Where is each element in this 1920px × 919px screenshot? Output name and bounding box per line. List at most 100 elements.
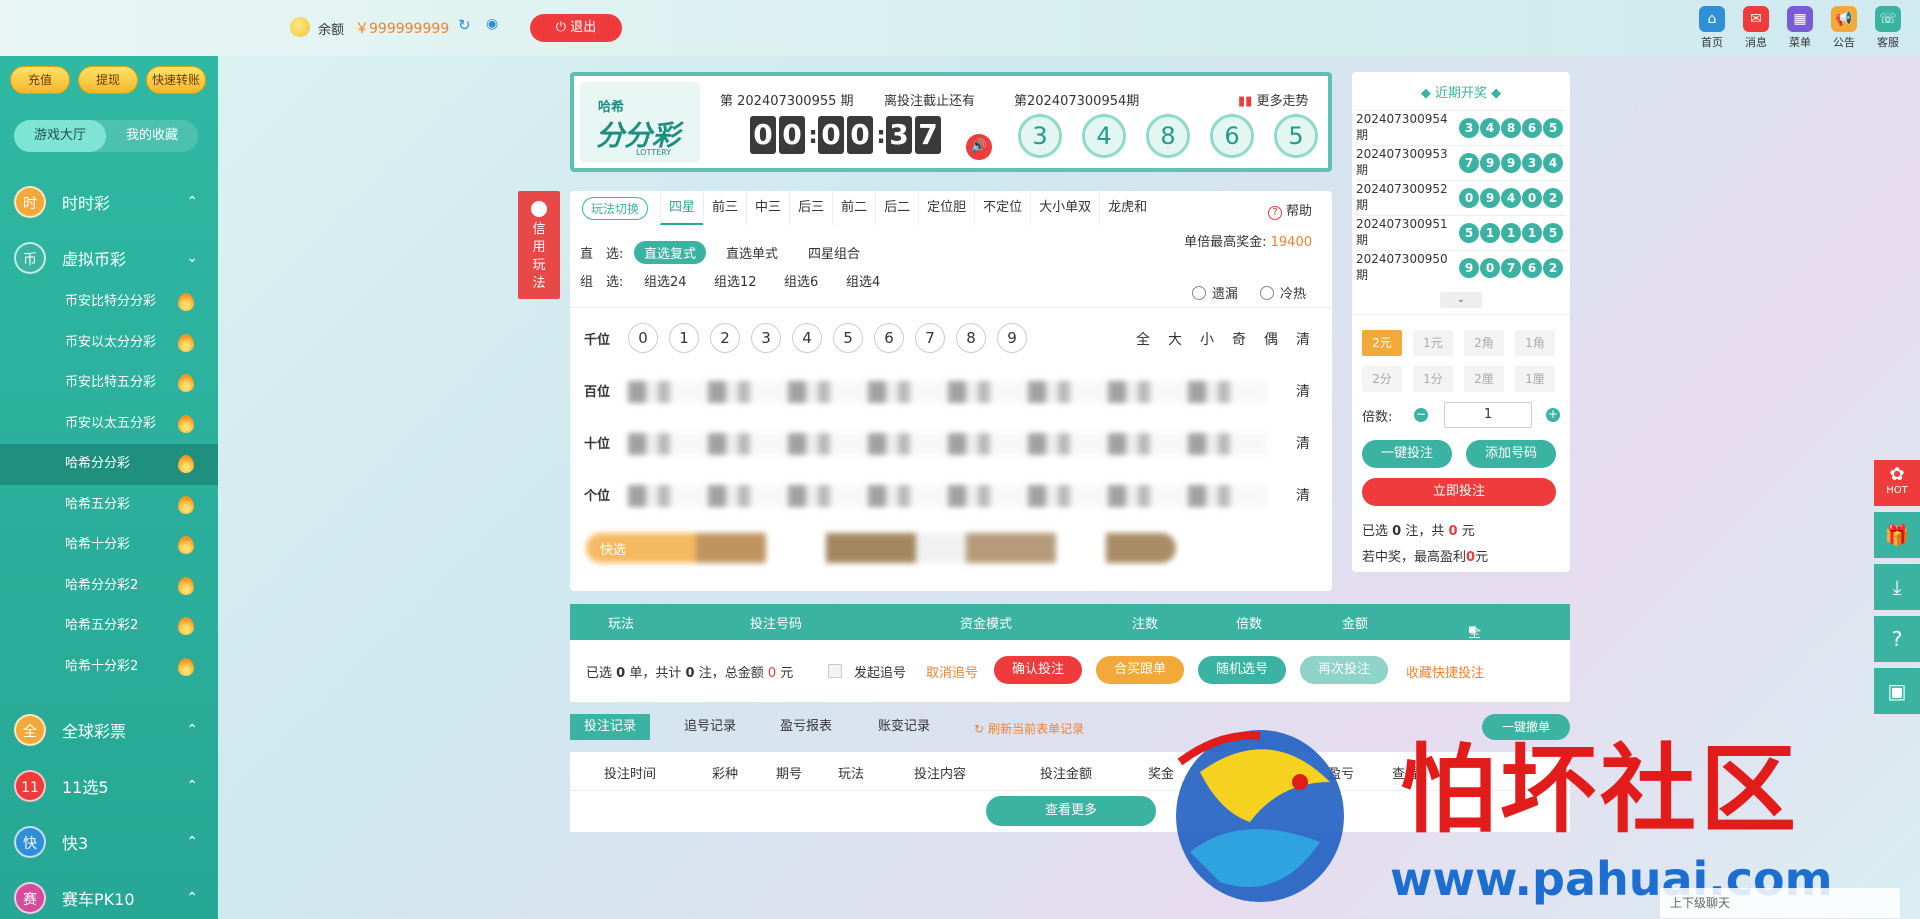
sidebar-sub-item[interactable]: 币安以太五分彩 <box>0 404 218 445</box>
sidebar-category[interactable]: 全全球彩票 ⌃ <box>0 704 218 756</box>
sidebar-category[interactable]: 赛赛车PK10 ⌃ <box>0 872 218 919</box>
top-nav-support[interactable]: ☏ 客服 <box>1872 6 1904 50</box>
one-click-bet-button[interactable]: 一键投注 <box>1362 440 1452 468</box>
digit-ball[interactable]: 6 <box>874 323 904 353</box>
top-nav-home[interactable]: ⌂ 首页 <box>1696 6 1728 50</box>
top-nav-mail[interactable]: ✉ 消息 <box>1740 6 1772 50</box>
play-tab[interactable]: 前三 <box>703 191 746 225</box>
sound-icon[interactable]: 🔊 <box>966 134 992 160</box>
unit-option[interactable]: 2元 <box>1362 330 1402 356</box>
radio-hot-cold[interactable]: 冷热 <box>1260 283 1306 302</box>
play-tab[interactable]: 大小单双 <box>1030 191 1099 225</box>
hot-promo-button[interactable]: ✿ HOT <box>1874 460 1920 506</box>
view-more-button[interactable]: 查看更多 <box>986 796 1156 826</box>
sidebar-sub-item[interactable]: 哈希分分彩 <box>0 444 218 485</box>
sidebar-sub-item[interactable]: 哈希十分彩2 <box>0 647 218 688</box>
option-group12[interactable]: 组选12 <box>704 269 767 292</box>
logout-button[interactable]: ⏻ 退出 <box>530 14 622 42</box>
random-pick-button[interactable]: 随机选号 <box>1198 656 1286 684</box>
play-tab[interactable]: 后二 <box>875 191 918 225</box>
more-trend-link[interactable]: ▮▮ 更多走势 <box>1238 90 1308 109</box>
option-group6[interactable]: 组选6 <box>774 269 828 292</box>
quick-filter[interactable]: 全 <box>1136 329 1150 349</box>
sidebar-sub-item[interactable]: 币安比特五分彩 <box>0 363 218 404</box>
clear-tens[interactable]: 清 <box>1296 433 1310 453</box>
group-buy-button[interactable]: 合买跟单 <box>1096 656 1184 684</box>
quick-filter[interactable]: 偶 <box>1264 329 1278 349</box>
decrease-multiplier-button[interactable]: − <box>1414 408 1428 422</box>
top-nav-notice[interactable]: 📢 公告 <box>1828 6 1860 50</box>
quick-filter[interactable]: 小 <box>1200 329 1214 349</box>
refresh-balance-icon[interactable]: ↻ <box>458 16 471 34</box>
unit-option[interactable]: 2角 <box>1464 330 1504 356</box>
quick-transfer-button[interactable]: 快速转账 <box>146 66 206 94</box>
top-nav-menu[interactable]: ▦ 菜单 <box>1784 6 1816 50</box>
digit-ball[interactable]: 5 <box>833 323 863 353</box>
play-tab[interactable]: 后三 <box>789 191 832 225</box>
unit-option[interactable]: 1分 <box>1413 366 1453 392</box>
sidebar-category[interactable]: 快快3 ⌃ <box>0 816 218 868</box>
cancel-chase-link[interactable]: 取消追号 <box>926 662 978 681</box>
tab-bet-records[interactable]: 投注记录 <box>570 714 651 740</box>
clear-units[interactable]: 清 <box>1296 485 1310 505</box>
sidebar-sub-item[interactable]: 哈希五分彩2 <box>0 606 218 647</box>
app-icon[interactable]: ▣ <box>1874 668 1920 714</box>
digit-ball[interactable]: 1 <box>669 323 699 353</box>
unit-option[interactable]: 2分 <box>1362 366 1402 392</box>
sidebar-sub-item[interactable]: 哈希分分彩2 <box>0 566 218 607</box>
tab-favorites[interactable]: 我的收藏 <box>106 120 198 152</box>
sidebar-sub-item[interactable]: 哈希十分彩 <box>0 525 218 566</box>
hide-balance-icon[interactable]: ◉ <box>486 16 498 32</box>
quick-select-label[interactable]: 快选 <box>600 539 626 558</box>
digit-ball[interactable]: 0 <box>628 323 658 353</box>
option-group24[interactable]: 组选24 <box>634 269 697 292</box>
play-tab[interactable]: 不定位 <box>974 191 1030 225</box>
digit-ball[interactable]: 7 <box>915 323 945 353</box>
digit-ball[interactable]: 3 <box>751 323 781 353</box>
option-direct-compound[interactable]: 直选复式 <box>634 241 707 264</box>
confirm-bet-button[interactable]: 确认投注 <box>994 656 1082 684</box>
help-link[interactable]: ? 帮助 <box>1267 200 1312 220</box>
tab-account-changes[interactable]: 账变记录 <box>864 714 944 740</box>
play-tab[interactable]: 四星 <box>660 191 704 225</box>
refresh-records-link[interactable]: ↻ 刷新当前表单记录 <box>974 720 1084 737</box>
digit-ball[interactable]: 8 <box>956 323 986 353</box>
expand-recent-icon[interactable]: ⌄ <box>1440 292 1482 308</box>
quick-filter[interactable]: 大 <box>1168 329 1182 349</box>
option-direct-single[interactable]: 直选单式 <box>716 241 788 264</box>
sidebar-category[interactable]: 币虚拟币彩 ⌄ <box>0 232 218 284</box>
unit-option[interactable]: 2厘 <box>1464 366 1504 392</box>
bet-now-button[interactable]: 立即投注 <box>1362 478 1556 506</box>
play-tab[interactable]: 中三 <box>746 191 789 225</box>
option-group4[interactable]: 组选4 <box>836 269 890 292</box>
sidebar-category[interactable]: 时时时彩 ⌃ <box>0 176 218 228</box>
recharge-button[interactable]: 充值 <box>10 66 70 94</box>
play-tab[interactable]: 前二 <box>832 191 875 225</box>
sidebar-sub-item[interactable]: 币安以太分分彩 <box>0 323 218 364</box>
gift-icon[interactable]: 🎁 <box>1874 512 1920 558</box>
bet-again-button[interactable]: 再次投注 <box>1300 656 1388 684</box>
help-circle-icon[interactable]: ? <box>1874 616 1920 662</box>
play-tab[interactable]: 定位胆 <box>918 191 974 225</box>
credit-play-tag[interactable]: 信用玩法 <box>518 191 560 299</box>
option-four-star-combo[interactable]: 四星组合 <box>798 241 870 264</box>
quick-filter[interactable]: 奇 <box>1232 329 1246 349</box>
digit-ball[interactable]: 2 <box>710 323 740 353</box>
digit-ball[interactable]: 9 <box>997 323 1027 353</box>
unit-option[interactable]: 1角 <box>1515 330 1555 356</box>
favorite-quick-bet-link[interactable]: 收藏快捷投注 <box>1406 662 1484 681</box>
tab-profit-report[interactable]: 盈亏报表 <box>766 714 846 740</box>
download-icon[interactable]: ⤓ <box>1874 564 1920 610</box>
add-number-button[interactable]: 添加号码 <box>1466 440 1556 468</box>
sidebar-sub-item[interactable]: 币安比特分分彩 <box>0 282 218 323</box>
withdraw-button[interactable]: 提现 <box>78 66 138 94</box>
quick-filter[interactable]: 清 <box>1296 329 1310 349</box>
multiplier-input[interactable]: 1 <box>1444 402 1532 428</box>
tab-chase-records[interactable]: 追号记录 <box>670 714 750 740</box>
play-tab[interactable]: 龙虎和 <box>1099 191 1155 225</box>
tab-game-hall[interactable]: 游戏大厅 <box>14 120 106 152</box>
digit-ball[interactable]: 4 <box>792 323 822 353</box>
unit-option[interactable]: 1厘 <box>1515 366 1555 392</box>
clear-hundreds[interactable]: 清 <box>1296 381 1310 401</box>
sidebar-category[interactable]: 11 11选5 ⌃ <box>0 760 218 812</box>
